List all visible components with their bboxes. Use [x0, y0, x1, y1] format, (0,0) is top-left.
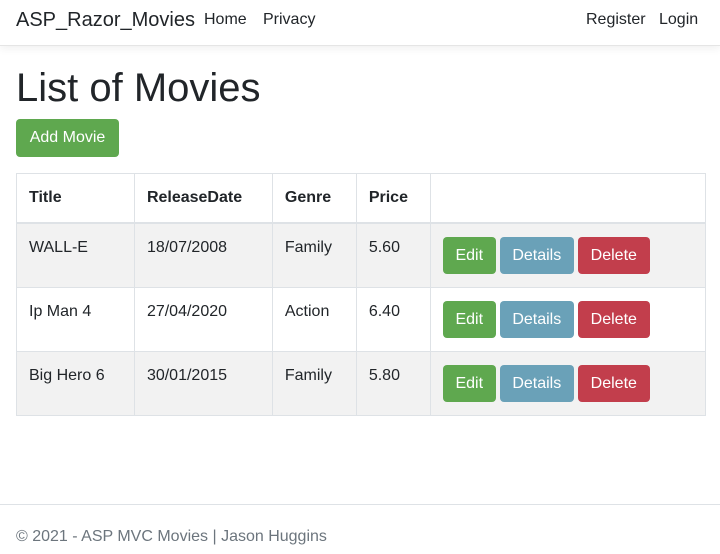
movie-genre: Family: [284, 367, 332, 384]
column-header-genre: Genre: [271, 173, 357, 224]
nav-link-login[interactable]: Login: [659, 10, 698, 30]
cell-title: WALL-E: [16, 222, 135, 288]
column-header-price: Price: [355, 173, 431, 224]
table-row: Big Hero 6 30/01/2015 Family 5.80 Edit D…: [16, 350, 707, 416]
delete-button[interactable]: Delete: [577, 364, 650, 402]
movie-title: Ip Man 4: [29, 303, 92, 320]
delete-button[interactable]: Delete: [577, 236, 650, 274]
cell-price: 5.60: [355, 222, 431, 288]
nav-link-home[interactable]: Home: [204, 10, 247, 30]
edit-button[interactable]: Edit: [442, 364, 496, 402]
cell-price: 6.40: [355, 286, 431, 352]
table-row: Ip Man 4 27/04/2020 Action 6.40 Edit Det…: [16, 286, 707, 352]
details-button[interactable]: Details: [499, 364, 574, 402]
cell-genre: Action: [271, 286, 357, 352]
page-title: List of Movies: [16, 66, 261, 110]
table-header-row: Title ReleaseDate Genre Price: [16, 173, 707, 224]
cell-genre: Family: [271, 222, 357, 288]
navbar: ASP_Razor_Movies Home Privacy Register L…: [0, 0, 720, 46]
cell-release-date: 27/04/2020: [133, 286, 273, 352]
footer-text: © 2021 - ASP MVC Movies | Jason Huggins: [16, 528, 327, 545]
nav-link-privacy[interactable]: Privacy: [263, 10, 315, 30]
movie-genre: Family: [284, 239, 332, 256]
cell-price: 5.80: [355, 350, 431, 416]
nav-link-register[interactable]: Register: [586, 10, 646, 30]
edit-button[interactable]: Edit: [442, 236, 496, 274]
edit-button[interactable]: Edit: [442, 300, 496, 338]
column-header-actions: [429, 173, 707, 224]
cell-actions: Edit Details Delete: [429, 222, 707, 288]
movie-title: WALL-E: [29, 239, 88, 256]
cell-release-date: 30/01/2015: [133, 350, 273, 416]
cell-genre: Family: [271, 350, 357, 416]
movie-price: 5.80: [368, 367, 400, 384]
footer: © 2021 - ASP MVC Movies | Jason Huggins: [0, 504, 720, 554]
column-header-release-date: ReleaseDate: [133, 173, 273, 224]
movie-release-date: 27/04/2020: [146, 303, 228, 320]
details-button[interactable]: Details: [499, 236, 574, 274]
cell-title: Big Hero 6: [16, 350, 135, 416]
add-movie-button[interactable]: Add Movie: [16, 119, 119, 157]
brand-link[interactable]: ASP_Razor_Movies: [16, 8, 195, 32]
cell-actions: Edit Details Delete: [429, 286, 707, 352]
column-header-title: Title: [16, 173, 135, 224]
movie-release-date: 30/01/2015: [146, 367, 228, 384]
movie-price: 5.60: [368, 239, 400, 256]
cell-actions: Edit Details Delete: [429, 350, 707, 416]
movie-genre: Action: [284, 303, 330, 320]
details-button[interactable]: Details: [499, 300, 574, 338]
delete-button[interactable]: Delete: [577, 300, 650, 338]
table-row: WALL-E 18/07/2008 Family 5.60 Edit Detai…: [16, 222, 707, 288]
cell-release-date: 18/07/2008: [133, 222, 273, 288]
movie-price: 6.40: [368, 303, 400, 320]
movie-release-date: 18/07/2008: [146, 239, 228, 256]
movie-title: Big Hero 6: [29, 367, 105, 384]
cell-title: Ip Man 4: [16, 286, 135, 352]
movies-table: Title ReleaseDate Genre Price WALL-E 18/…: [16, 173, 707, 416]
